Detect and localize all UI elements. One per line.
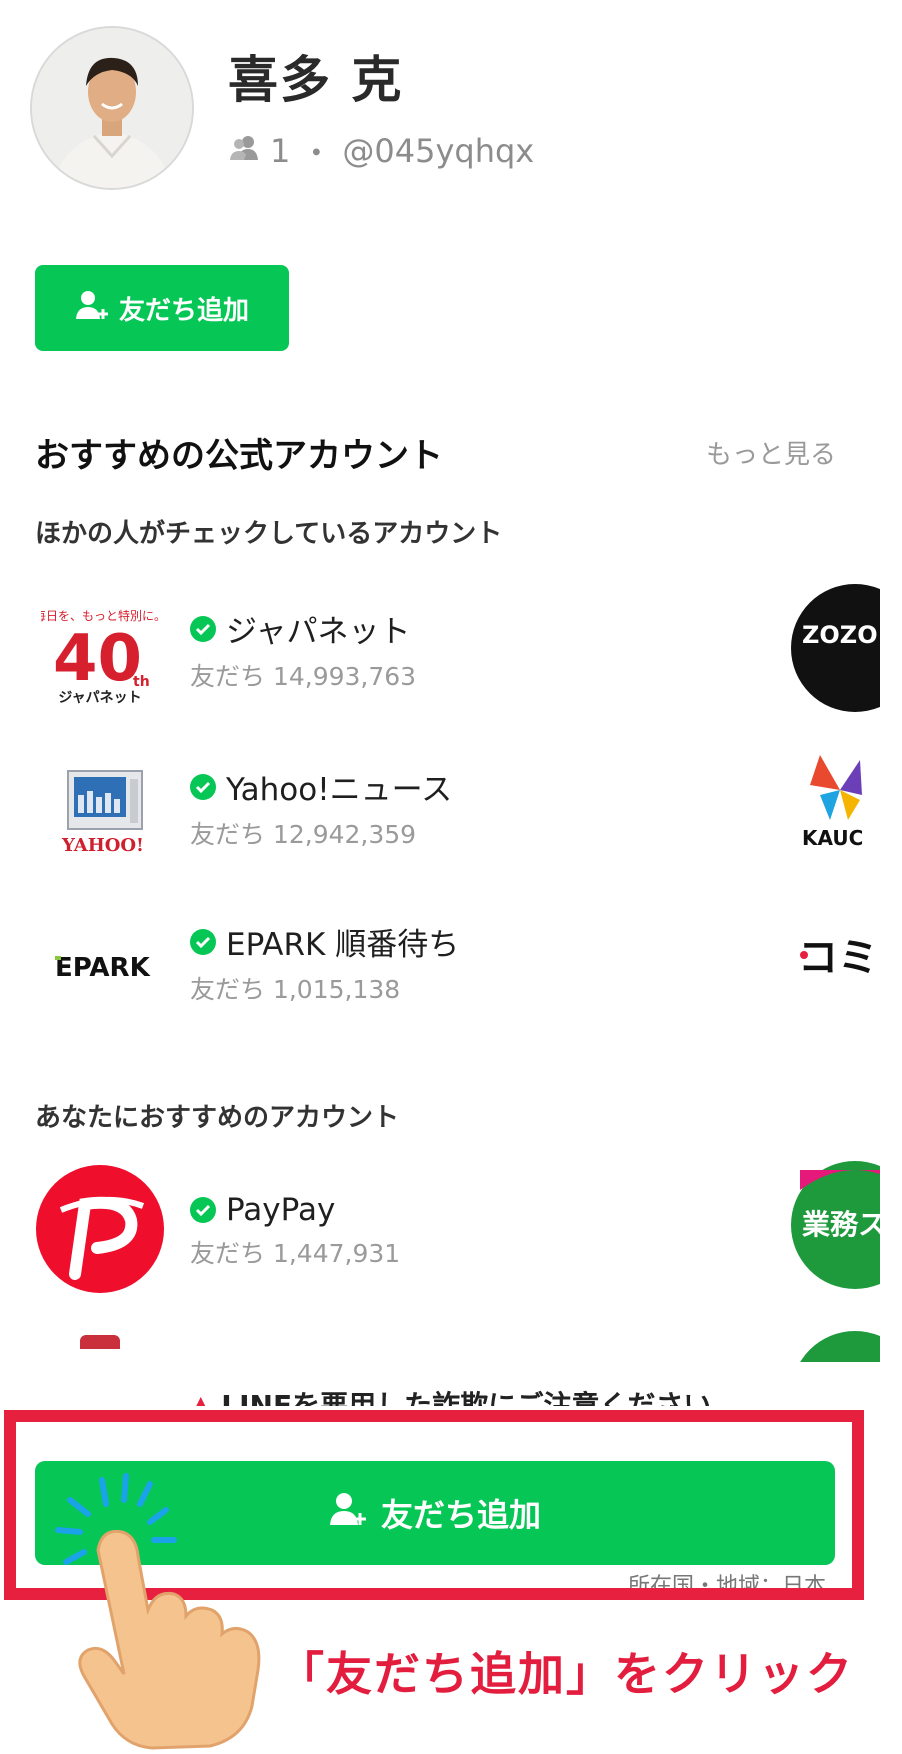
friend-count: 1 [270,132,291,170]
account-item-paypay[interactable]: PayPay 友だち 1,447,931 [35,1165,855,1293]
add-user-icon [75,290,109,327]
account-item-epark[interactable]: EPARK EPARK 順番待ち 友だち 1,015,138 [35,907,855,1025]
add-friend-label-top: 友だち追加 [118,295,249,326]
account-friends: 友だち 12,942,359 [190,820,417,849]
recommended-title: おすすめの公式アカウント [35,436,443,476]
side-thumb-partial [790,1330,880,1362]
svg-text:YAHOO!: YAHOO! [61,835,144,856]
others-checking-title: ほかの人がチェックしているアカウント [35,519,503,549]
account-friends: 友だち 14,993,763 [190,662,417,691]
profile-name: 喜多 克 [228,51,404,109]
for-you-title: あなたにおすすめのアカウント [35,1103,400,1133]
more-link[interactable]: もっと見る [706,434,836,471]
account-name: Yahoo!ニュース [226,772,453,808]
account-friends: 友だち 1,447,931 [190,1239,401,1268]
side-thumb-komi[interactable]: コミ [790,915,880,1005]
warning-icon: ▲ [190,1389,212,1406]
tap-hand-icon [40,1470,280,1750]
add-friend-button-top[interactable]: 友だち追加 [35,265,289,351]
epark-logo: EPARK [35,907,165,1025]
verified-badge-icon [190,773,216,800]
profile-avatar [30,26,194,190]
meta-separator: ・ [300,134,333,172]
svg-text:ジャパネット: ジャパネット [58,690,141,706]
side-thumb-zozotown[interactable]: ZOZO TOWN [790,583,880,713]
svg-text:毎日を、もっと特別に。: 毎日を、もっと特別に。 [41,608,159,623]
fraud-warning-text: LINEを悪用した詐欺にご注意ください [221,1389,712,1406]
line-id: @045yqhqx [342,132,535,170]
svg-text:業務スーパー: 業務スーパー [802,1208,880,1241]
side-thumb-kauche[interactable]: KAUC [790,745,880,855]
verified-badge-icon [190,1197,216,1223]
fraud-warning: ▲ LINEを悪用した詐欺にご注意ください [190,1386,712,1406]
svg-text:th: th [133,674,150,690]
account-name: ジャパネット [226,614,411,650]
verified-badge-icon [190,928,216,955]
account-friends: 友だち 1,015,138 [190,975,401,1004]
svg-text:40: 40 [53,622,142,696]
instruction-callout: 「友だち追加」をクリック [278,1647,854,1701]
svg-text:コミ: コミ [798,935,878,981]
svg-text:EPARK: EPARK [55,953,151,983]
account-item-japanet[interactable]: 毎日を、もっと特別に。 40 th ジャパネット ジャパネット 友だち 14,9… [35,594,855,712]
verified-badge-icon [190,615,216,642]
japanet-logo: 毎日を、もっと特別に。 40 th ジャパネット [35,594,165,712]
svg-text:KAUC: KAUC [802,826,863,850]
profile-meta: 1 ・ @045yqhqx [228,128,534,174]
account-name: EPARK 順番待ち [226,927,460,963]
partial-account-logo [80,1335,120,1349]
paypay-logo [35,1165,165,1293]
side-thumb-gyomu-super[interactable]: 業務スーパー [790,1160,880,1290]
yahoo-news-logo: YAHOO! [35,752,165,870]
svg-text:ZOZO TOWN: ZOZO TOWN [802,621,880,649]
friends-icon [228,132,260,170]
account-name: PayPay [226,1192,336,1228]
account-item-yahoo-news[interactable]: YAHOO! Yahoo!ニュース 友だち 12,942,359 [35,752,855,870]
